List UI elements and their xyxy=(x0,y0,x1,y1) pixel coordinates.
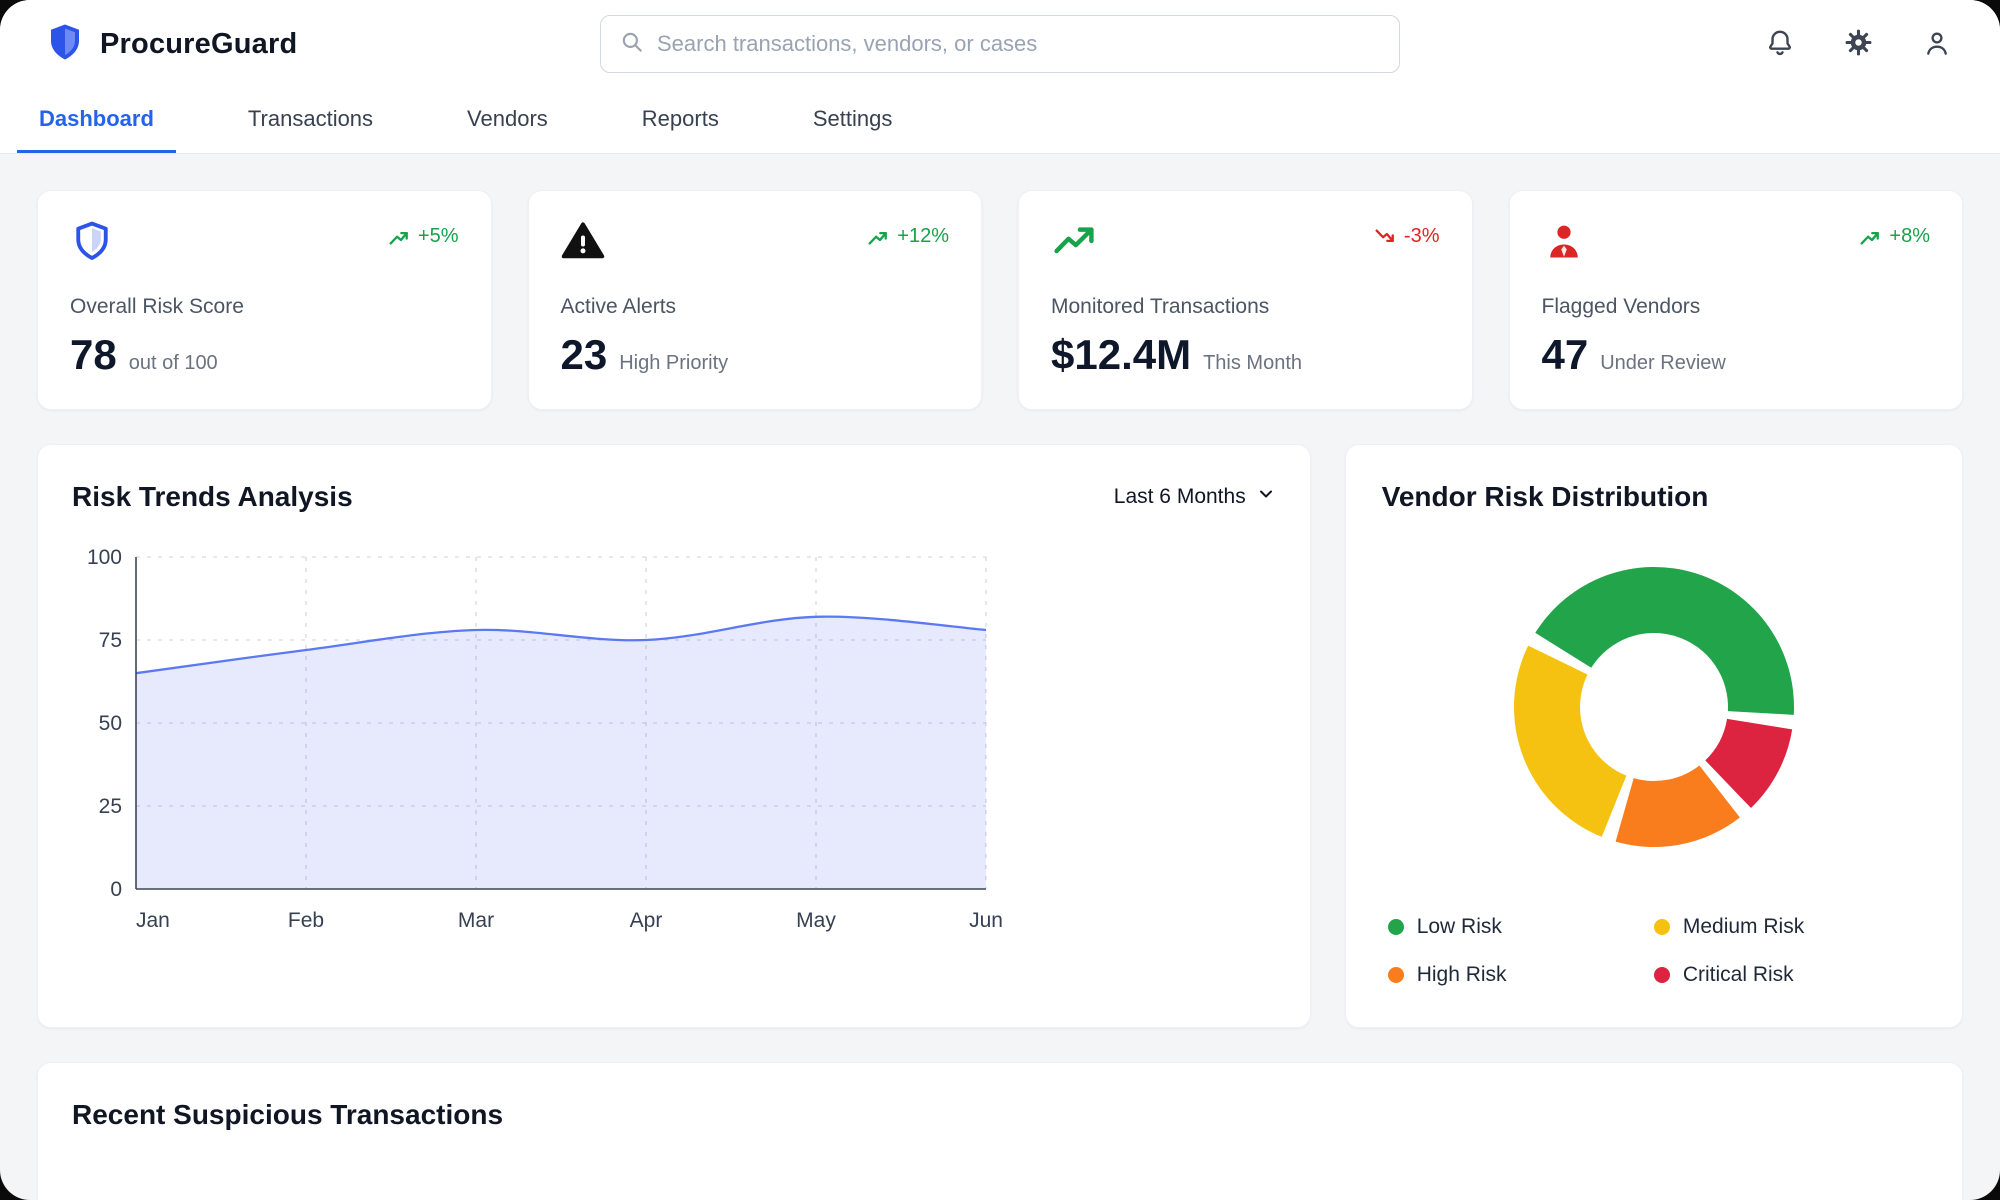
legend-label: High Risk xyxy=(1417,963,1507,987)
trend-value: +8% xyxy=(1889,225,1930,248)
charts-row: Risk Trends Analysis Last 6 Months 0 25 50… xyxy=(37,444,1963,1028)
tab-reports[interactable]: Reports xyxy=(620,88,741,153)
stat-cards-row: +5% Overall Risk Score 78 out of 100 xyxy=(37,190,1963,410)
trend-up-icon xyxy=(387,228,411,246)
svg-text:Jan: Jan xyxy=(136,909,170,932)
risk-trends-chart: 0 25 50 75 100 Jan Feb Mar Apr May Jun xyxy=(72,541,1012,941)
svg-text:May: May xyxy=(796,909,836,932)
recent-transactions-card: Recent Suspicious Transactions xyxy=(37,1062,1963,1200)
stat-sublabel: out of 100 xyxy=(129,352,218,375)
legend-label: Critical Risk xyxy=(1683,963,1794,987)
header: ProcureGuard xyxy=(0,0,2000,88)
nav-tabs: Dashboard Transactions Vendors Reports S… xyxy=(0,88,2000,154)
search-input[interactable] xyxy=(657,31,1381,57)
svg-text:50: 50 xyxy=(99,712,122,735)
stat-card: +8% Flagged Vendors 47 Under Review xyxy=(1509,190,1964,410)
tab-transactions[interactable]: Transactions xyxy=(226,88,395,153)
main-content: +5% Overall Risk Score 78 out of 100 xyxy=(0,154,2000,1200)
stat-label: Overall Risk Score xyxy=(70,295,459,319)
vendor-risk-card: Vendor Risk Distribution Low Risk Medium… xyxy=(1345,444,1963,1028)
stat-sublabel: Under Review xyxy=(1600,352,1726,375)
search-box[interactable] xyxy=(600,15,1400,73)
trend-badge: -3% xyxy=(1373,225,1440,248)
tab-dashboard[interactable]: Dashboard xyxy=(17,88,176,153)
svg-text:Jun: Jun xyxy=(969,909,1003,932)
warning-triangle-icon xyxy=(561,219,605,268)
stat-value: 23 xyxy=(561,331,608,379)
stat-card: -3% Monitored Transactions $12.4M This M… xyxy=(1018,190,1473,410)
trend-badge: +5% xyxy=(387,225,459,248)
range-select[interactable]: Last 6 Months xyxy=(1114,484,1276,510)
trending-up-icon xyxy=(1051,219,1097,268)
stat-label: Active Alerts xyxy=(561,295,950,319)
stat-card: +12% Active Alerts 23 High Priority xyxy=(528,190,983,410)
stat-label: Monitored Transactions xyxy=(1051,295,1440,319)
svg-text:25: 25 xyxy=(99,795,122,818)
range-select-label: Last 6 Months xyxy=(1114,485,1246,509)
recent-transactions-title: Recent Suspicious Transactions xyxy=(72,1099,1928,1131)
user-icon xyxy=(1922,28,1952,61)
legend-dot xyxy=(1388,967,1404,983)
profile-button[interactable] xyxy=(1918,24,1956,65)
search-icon xyxy=(619,29,645,60)
vendor-risk-legend: Low Risk Medium Risk High Risk Critical … xyxy=(1382,915,1926,987)
legend-dot xyxy=(1388,919,1404,935)
tab-vendors[interactable]: Vendors xyxy=(445,88,570,153)
trend-value: +12% xyxy=(897,225,949,248)
svg-text:Feb: Feb xyxy=(288,909,324,932)
trend-up-icon xyxy=(1858,228,1882,246)
app-window: ProcureGuard xyxy=(0,0,2000,1200)
svg-text:100: 100 xyxy=(87,546,122,569)
trend-value: +5% xyxy=(418,225,459,248)
legend-label: Medium Risk xyxy=(1683,915,1804,939)
stat-value: 78 xyxy=(70,331,117,379)
stat-value: 47 xyxy=(1542,331,1589,379)
trend-up-icon xyxy=(866,228,890,246)
chevron-down-icon xyxy=(1256,484,1276,510)
legend-item: Medium Risk xyxy=(1654,915,1920,939)
notifications-button[interactable] xyxy=(1761,24,1799,65)
legend-item: Critical Risk xyxy=(1654,963,1920,987)
trend-value: -3% xyxy=(1404,225,1440,248)
svg-text:Mar: Mar xyxy=(458,909,494,932)
trend-badge: +8% xyxy=(1858,225,1930,248)
vendor-risk-title: Vendor Risk Distribution xyxy=(1382,481,1926,513)
svg-text:Apr: Apr xyxy=(630,909,663,932)
risk-trends-title: Risk Trends Analysis xyxy=(72,481,353,513)
svg-text:75: 75 xyxy=(99,629,122,652)
legend-label: Low Risk xyxy=(1417,915,1502,939)
trend-badge: +12% xyxy=(866,225,949,248)
brand-logo-shield-icon xyxy=(44,21,86,68)
vendor-risk-donut xyxy=(1504,557,1804,857)
risk-trends-card: Risk Trends Analysis Last 6 Months 0 25 50… xyxy=(37,444,1311,1028)
stat-sublabel: High Priority xyxy=(619,352,728,375)
svg-text:0: 0 xyxy=(110,878,122,901)
header-actions xyxy=(1400,23,1956,65)
legend-item: Low Risk xyxy=(1388,915,1654,939)
stat-label: Flagged Vendors xyxy=(1542,295,1931,319)
shield-icon xyxy=(70,219,114,268)
stat-card: +5% Overall Risk Score 78 out of 100 xyxy=(37,190,492,410)
bell-icon xyxy=(1765,28,1795,61)
brand-name: ProcureGuard xyxy=(100,28,297,61)
brand: ProcureGuard xyxy=(44,21,600,68)
stat-value: $12.4M xyxy=(1051,331,1191,379)
business-person-icon xyxy=(1542,219,1586,268)
legend-dot xyxy=(1654,919,1670,935)
trend-down-icon xyxy=(1373,228,1397,246)
gear-icon xyxy=(1843,27,1874,61)
legend-item: High Risk xyxy=(1388,963,1654,987)
tab-settings[interactable]: Settings xyxy=(791,88,915,153)
settings-button[interactable] xyxy=(1839,23,1878,65)
stat-sublabel: This Month xyxy=(1203,352,1302,375)
legend-dot xyxy=(1654,967,1670,983)
